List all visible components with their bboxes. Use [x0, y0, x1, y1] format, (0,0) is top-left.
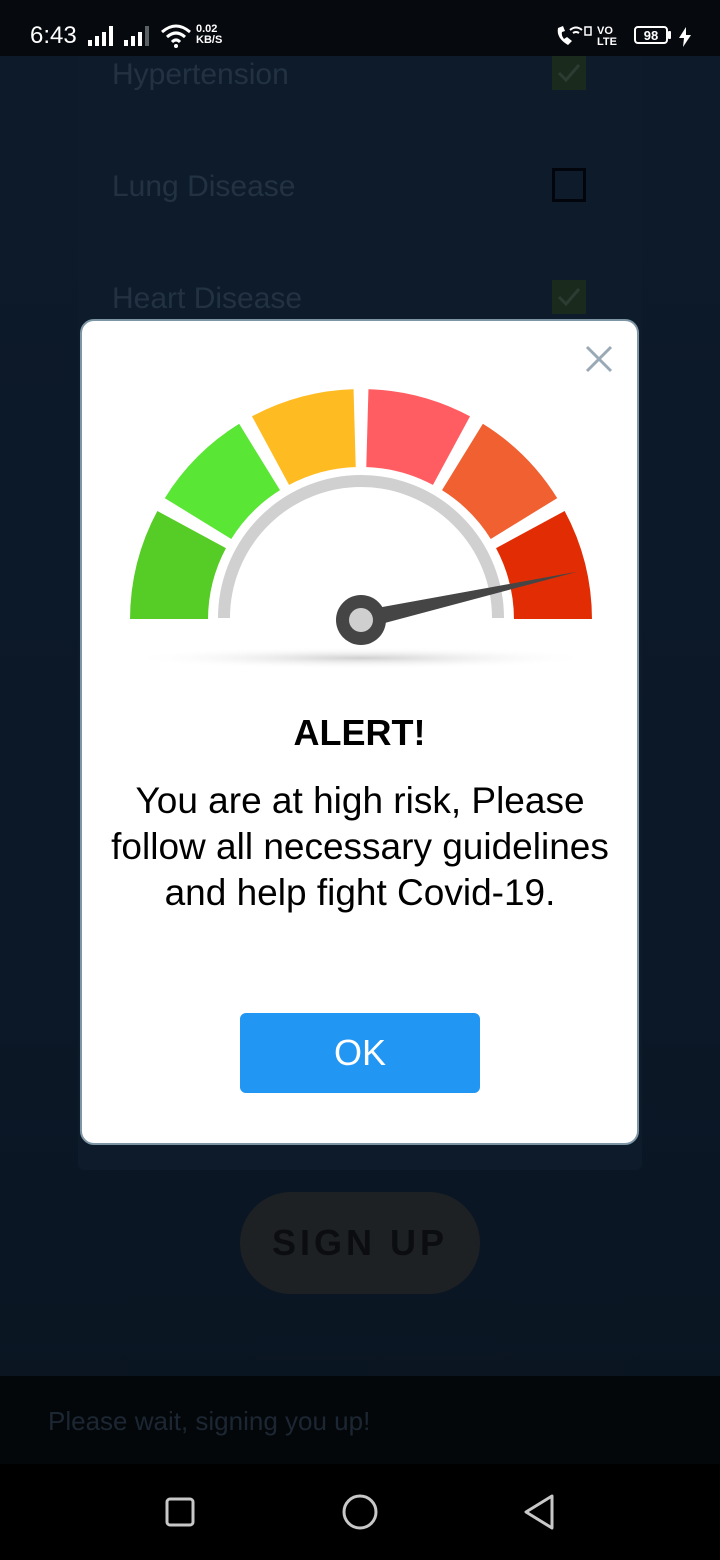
gauge-hub-center — [349, 608, 373, 632]
ok-button[interactable]: OK — [240, 1013, 480, 1093]
alert-title: ALERT! — [293, 712, 426, 753]
wifi-icon — [161, 24, 191, 48]
lung-disease-checkbox[interactable] — [552, 168, 586, 202]
signal-strength-icon — [124, 26, 149, 46]
signal-strength-icon — [88, 26, 113, 46]
snackbar-text: Please wait, signing you up! — [48, 1406, 371, 1436]
condition-label: Lung Disease — [112, 170, 296, 203]
close-icon[interactable] — [582, 342, 616, 376]
alert-message: You are at high risk, Please follow all … — [111, 780, 609, 913]
back-triangle-icon[interactable] — [516, 1488, 564, 1536]
wifi-calling-icon — [557, 26, 592, 45]
condition-row-lung-disease: Lung Disease — [112, 158, 602, 218]
battery-tip — [668, 31, 671, 39]
battery-level: 98 — [643, 28, 659, 43]
battery-icon: 98 — [634, 26, 668, 44]
volte-indicator: VO LTE — [597, 26, 617, 48]
volte-bottom: LTE — [597, 36, 617, 48]
status-bar: 6:43 0.02 KB/S VO LTE 98 — [0, 0, 720, 56]
status-time: 6:43 — [30, 22, 77, 49]
checkmark-icon — [557, 288, 581, 307]
charging-bolt-icon — [679, 27, 691, 47]
heart-disease-checkbox[interactable] — [552, 280, 586, 314]
network-speed: 0.02 KB/S — [196, 24, 222, 46]
risk-gauge — [126, 387, 596, 669]
recents-square-icon[interactable] — [156, 1488, 204, 1536]
home-circle-icon[interactable] — [336, 1488, 384, 1536]
condition-label: Heart Disease — [112, 282, 303, 315]
network-speed-unit: KB/S — [196, 34, 223, 46]
checkmark-icon — [557, 64, 581, 83]
gauge-shadow — [126, 647, 596, 669]
condition-label: Hypertension — [112, 58, 289, 91]
snackbar: Please wait, signing you up! — [0, 1376, 720, 1464]
hypertension-checkbox[interactable] — [552, 56, 586, 90]
navigation-bar — [0, 1464, 720, 1560]
signup-button[interactable]: SIGN UP — [240, 1192, 480, 1294]
